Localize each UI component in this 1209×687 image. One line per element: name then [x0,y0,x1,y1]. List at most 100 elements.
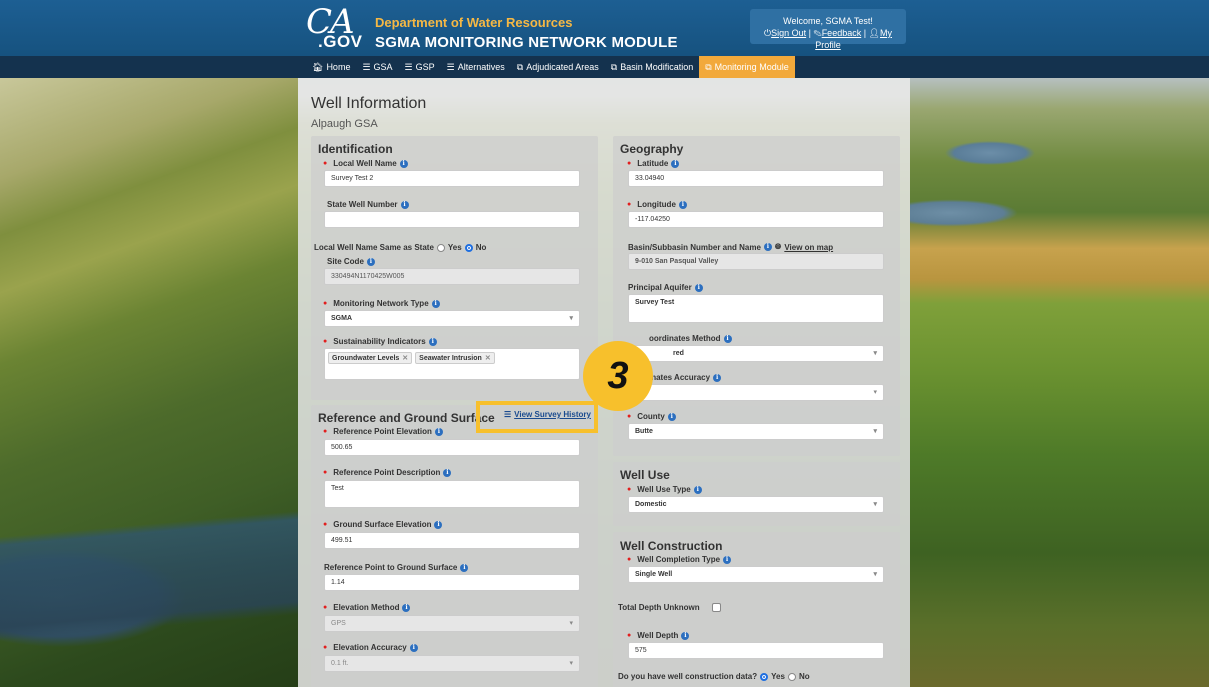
elevation-accuracy-label: Elevation Accuracyi [323,643,418,652]
info-icon[interactable]: i [399,159,408,168]
well-depth-input[interactable]: 575 [628,642,884,659]
same-as-state-yes-radio[interactable] [436,243,445,252]
info-icon[interactable]: i [434,520,443,529]
latitude-input[interactable]: 33.04940 [628,170,884,187]
state-well-number-label: State Well Number i [327,200,409,209]
gs-elevation-label: Ground Surface Elevationi [323,520,443,529]
principal-aquifer-textarea[interactable]: Survey Test [628,294,884,323]
sign-out-link[interactable]: Sign Out [771,28,806,38]
info-icon[interactable]: i [402,603,411,612]
rp-elevation-input[interactable]: 500.65 [324,439,580,456]
total-depth-unknown-row: Total Depth Unknown [618,603,721,612]
same-as-state-row: Local Well Name Same as State Yes No [314,243,487,252]
nav-item-label: Adjudicated Areas [526,62,599,72]
elevation-method-label: Elevation Methodi [323,603,411,612]
rp-to-gs-label: Reference Point to Ground Surface i [324,563,469,572]
step-badge: 3 [583,341,653,411]
user-icon: 👤︎ [868,28,880,38]
list-icon: ☰ [362,62,371,72]
principal-aquifer-label: Principal Aquifer i [628,283,703,292]
nav-items: 🏠︎ Home ☰ GSA ☰ GSP ☰ Alternatives ⧉ Adjudicated … [306,56,795,78]
external-link-icon: ⧉ [705,62,712,72]
info-icon[interactable]: i [409,643,418,652]
well-completion-type-select[interactable]: Single Well [628,566,884,583]
elevation-method-select[interactable]: GPS [324,615,580,632]
elevation-accuracy-select[interactable]: 0.1 ft. [324,655,580,672]
coordinates-method-select[interactable]: red [628,345,884,362]
construction-data-yes-radio[interactable] [760,672,769,681]
info-icon[interactable]: i [763,243,772,251]
welcome-text: Welcome, SGMA Test! [783,16,873,26]
monitoring-network-type-select[interactable]: SGMA [324,310,580,327]
info-icon[interactable]: i [723,555,732,564]
well-depth-label: Well Depthi [627,631,690,640]
info-icon[interactable]: i [434,427,443,436]
info-icon[interactable]: i [428,337,437,346]
survey-history-highlight [476,401,598,433]
longitude-input[interactable]: -117.04250 [628,211,884,228]
well-use-type-select[interactable]: Domestic [628,496,884,513]
info-icon[interactable]: i [681,631,690,640]
page-title: Well Information [311,95,427,112]
info-icon[interactable]: i [693,485,702,494]
local-well-name-input[interactable]: Survey Test 2 [324,170,580,187]
gs-elevation-input[interactable]: 499.51 [324,532,580,549]
info-icon[interactable]: i [694,283,703,292]
info-icon[interactable]: i [366,257,375,266]
list-icon: ☰ [446,62,455,72]
state-well-number-input[interactable] [324,211,580,228]
nav-item-gsa[interactable]: ☰ GSA [356,56,398,78]
rp-to-gs-input[interactable]: 1.14 [324,574,580,591]
background-landscape-right [910,78,1209,687]
geography-section: Geography Latitudei 33.04940 Longitudei … [613,136,900,456]
longitude-label: Longitudei [627,200,687,209]
construction-data-no-radio[interactable] [787,672,796,681]
nav-item-label: Monitoring Module [714,62,789,72]
geography-title: Geography [620,142,684,156]
local-well-name-label: Local Well Namei [323,159,408,168]
nav-item-adjudicated-areas[interactable]: ⧉ Adjudicated Areas [511,56,605,78]
reference-title: Reference and Ground Surface [318,411,495,425]
feedback-icon: ✎ [813,28,822,38]
info-icon[interactable]: i [431,299,440,308]
globe-icon: 🌐︎ [774,242,782,251]
nav-item-monitoring-module[interactable]: ⧉ Monitoring Module [699,56,795,78]
main-nav: 🏠︎ Home ☰ GSA ☰ GSP ☰ Alternatives ⧉ Adjudicated … [0,56,1209,78]
nav-item-home[interactable]: 🏠︎ Home [306,56,356,78]
info-icon[interactable]: i [713,373,722,382]
page-subtitle: Alpaugh GSA [311,118,378,130]
sustainability-indicators-multiselect[interactable]: Groundwater Levels ✕ Seawater Intrusion ✕ [324,348,580,380]
ca-gov-logo[interactable]: CA .GOV [304,2,366,52]
info-icon[interactable]: i [678,200,687,209]
indicator-tag[interactable]: Seawater Intrusion ✕ [415,352,495,364]
county-select[interactable]: Butte [628,423,884,440]
external-link-icon: ⧉ [516,62,524,72]
latitude-label: Latitudei [627,159,680,168]
well-construction-title: Well Construction [620,539,723,553]
info-icon[interactable]: i [671,159,680,168]
nav-item-label: Home [326,62,351,72]
well-use-title: Well Use [620,468,670,482]
basin-label: Basin/Subbasin Number and Name i 🌐︎ View on… [628,242,834,252]
remove-tag-icon[interactable]: ✕ [402,355,408,362]
nav-item-gsp[interactable]: ☰ GSP [399,56,441,78]
info-icon[interactable]: i [723,334,732,343]
info-icon[interactable]: i [443,468,452,477]
indicator-tag[interactable]: Groundwater Levels ✕ [328,352,413,364]
feedback-link[interactable]: Feedback [822,28,862,38]
total-depth-unknown-checkbox[interactable] [711,603,721,612]
remove-tag-icon[interactable]: ✕ [485,355,491,362]
nav-item-label: Alternatives [457,62,505,72]
info-icon[interactable]: i [460,563,469,572]
nav-item-alternatives[interactable]: ☰ Alternatives [441,56,511,78]
info-icon[interactable]: i [400,200,409,209]
reference-section: Reference and Ground Surface ☰ View Surve… [311,405,598,687]
coordinates-accuracy-select[interactable] [628,384,884,401]
nav-item-basin-modification[interactable]: ⧉ Basin Modification [605,56,699,78]
view-on-map-link[interactable]: View on map [784,243,833,252]
well-use-section: Well Use Well Use Typei Domestic [613,462,900,526]
info-icon[interactable]: i [667,412,676,421]
same-as-state-no-radio[interactable] [464,243,473,252]
sustainability-indicators-label: Sustainability Indicatorsi [323,337,437,346]
rp-description-textarea[interactable]: Test [324,480,580,508]
